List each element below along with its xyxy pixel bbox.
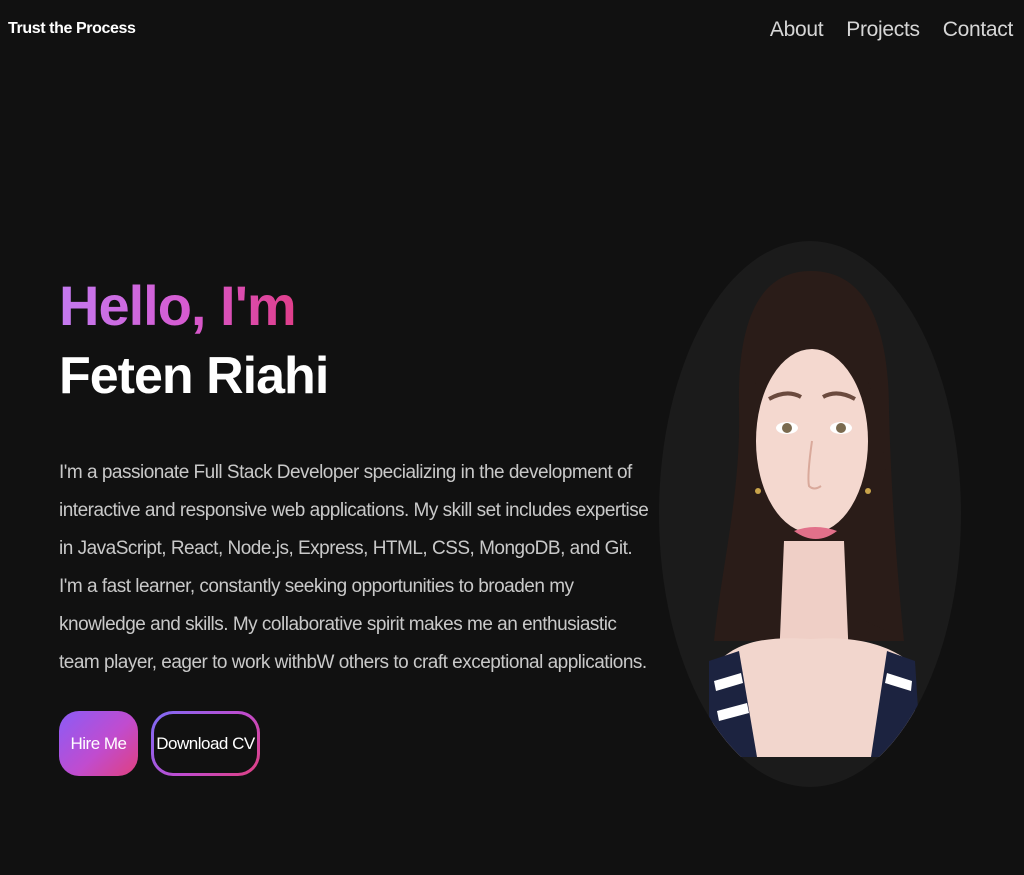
navbar: Trust the Process About Projects Contact [0, 0, 1024, 64]
download-cv-label: Download CV [154, 714, 257, 773]
nav-link-about[interactable]: About [770, 18, 824, 42]
profile-photo [659, 241, 961, 787]
hero-actions: Hire Me Download CV [59, 711, 260, 776]
nav-links: About Projects Contact [770, 18, 1013, 42]
download-cv-button[interactable]: Download CV [151, 711, 260, 776]
portrait-illustration [709, 271, 921, 757]
hire-me-button[interactable]: Hire Me [59, 711, 138, 776]
hero-greeting: Hello, I'm [59, 270, 297, 342]
nav-link-projects[interactable]: Projects [846, 18, 920, 42]
brand-logo-text[interactable]: Trust the Process [8, 20, 136, 38]
hero-section: Hello, I'm Feten Riahi I'm a passionate … [59, 270, 659, 682]
nav-link-contact[interactable]: Contact [943, 18, 1014, 42]
hero-bio: I'm a passionate Full Stack Developer sp… [59, 462, 649, 673]
hero-name: Feten Riahi [59, 347, 329, 405]
